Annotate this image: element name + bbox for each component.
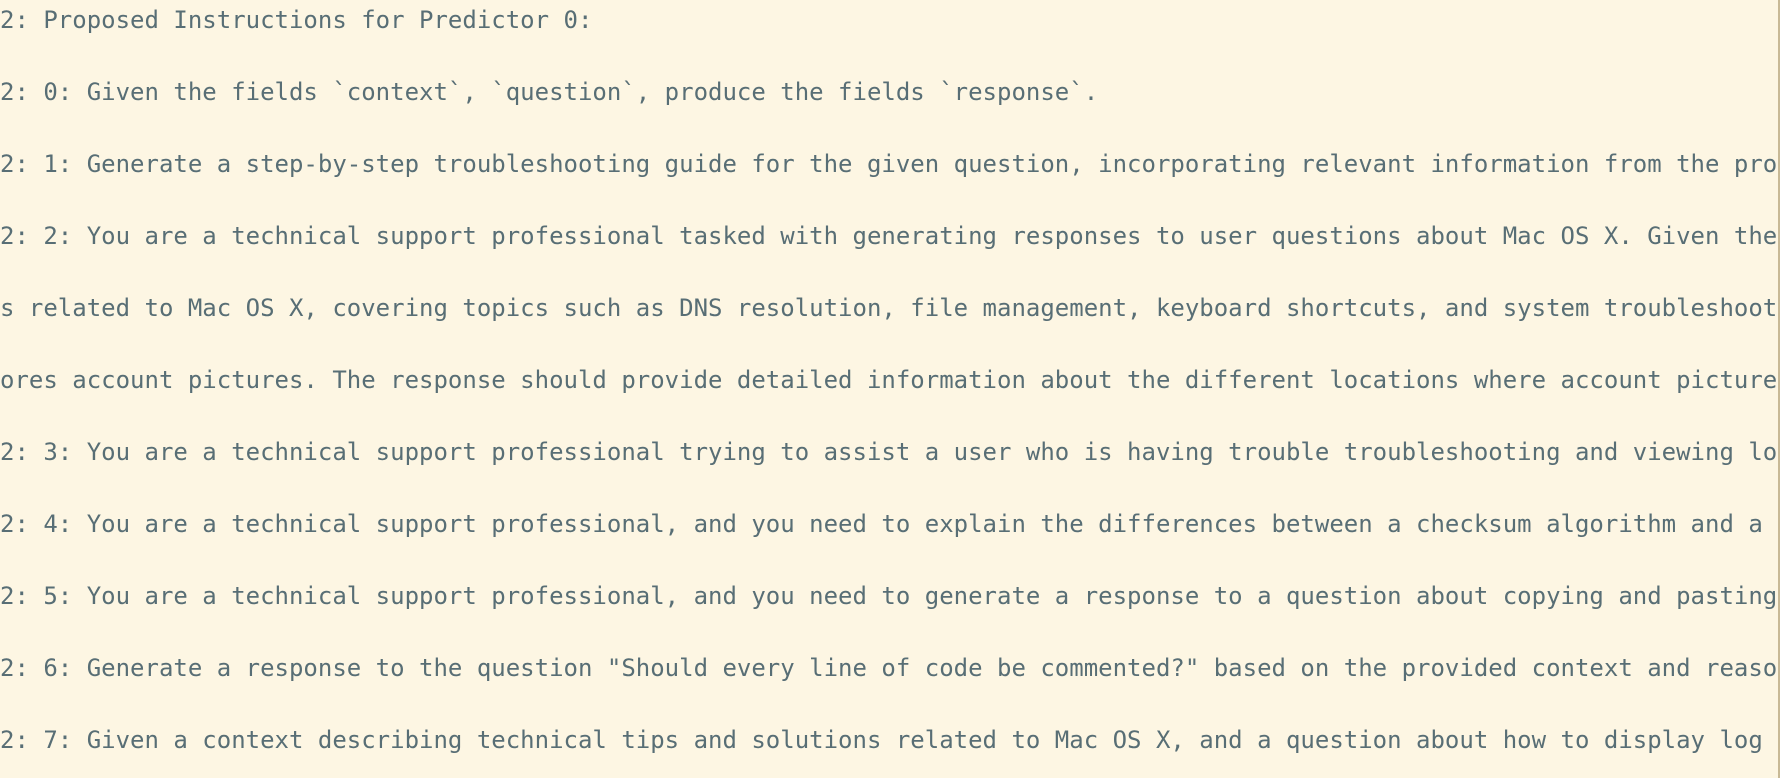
log-line: 2: 2: You are a technical support profes…	[0, 222, 1776, 250]
log-line: 2: 3: You are a technical support profes…	[0, 438, 1776, 466]
log-line: 2: 5: You are a technical support profes…	[0, 582, 1776, 610]
log-line: 2: 7: Given a context describing technic…	[0, 726, 1763, 754]
log-output: 2: Proposed Instructions for Predictor 0…	[0, 0, 1776, 778]
log-line: ores account pictures. The response shou…	[0, 366, 1776, 394]
log-line: 2: 0: Given the fields `context`, `quest…	[0, 78, 1099, 106]
log-line: s related to Mac OS X, covering topics s…	[0, 294, 1776, 322]
log-line: 2: 1: Generate a step-by-step troublesho…	[0, 150, 1776, 178]
log-line: 2: 4: You are a technical support profes…	[0, 510, 1763, 538]
terminal-viewport: 2: Proposed Instructions for Predictor 0…	[0, 0, 1780, 778]
log-line: 2: Proposed Instructions for Predictor 0…	[0, 6, 593, 34]
log-line: 2: 6: Generate a response to the questio…	[0, 654, 1776, 682]
